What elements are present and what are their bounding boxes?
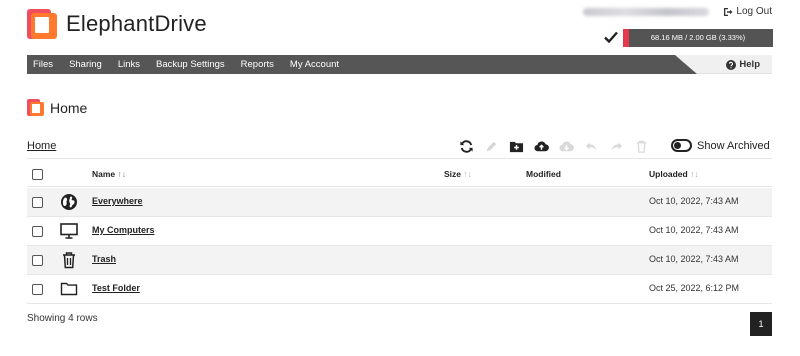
download-button[interactable] [557,137,575,155]
nav-item-links[interactable]: Links [110,55,148,74]
edit-icon [486,141,496,151]
row-uploaded-date: Oct 10, 2022, 7:43 AM [649,225,739,235]
select-all-checkbox[interactable] [32,169,43,180]
delete-button[interactable] [632,137,650,155]
sort-icon: ↑↓ [117,169,127,179]
column-header-modified[interactable]: Modified [526,169,561,179]
upload-button[interactable] [532,137,550,155]
undo-icon [585,142,596,150]
divider [27,158,772,159]
table-row[interactable]: Trash Oct 10, 2022, 7:43 AM [27,246,772,275]
logout-icon [724,7,733,16]
logout-link[interactable]: Log Out [723,6,772,17]
help-icon [726,59,737,70]
sort-icon: ↑↓ [463,169,472,179]
table-header: Name ↑↓ Size ↑↓ Modified Uploaded ↑↓ [27,162,772,187]
logout-label: Log Out [736,6,772,17]
refresh-button[interactable] [457,137,475,155]
file-toolbar [457,137,657,155]
show-archived-label: Show Archived [697,140,770,152]
table-row[interactable]: Test Folder Oct 25, 2022, 6:12 PM [27,275,772,304]
page-title-text: Home [50,99,88,116]
delete-icon [636,140,646,153]
column-header-size[interactable]: Size ↑↓ [444,169,472,179]
row-uploaded-date: Oct 10, 2022, 7:43 AM [649,196,739,206]
storage-usage-bar: 68.16 MB / 2.00 GB (3.33%) [623,29,773,47]
help-link[interactable]: Help [726,55,760,74]
checkmark-icon [604,31,618,43]
row-uploaded-date: Oct 10, 2022, 7:43 AM [649,254,739,264]
row-checkbox[interactable] [32,197,43,208]
row-uploaded-date: Oct 25, 2022, 6:12 PM [649,283,740,293]
new-folder-icon [509,141,523,152]
nav-item-sharing[interactable]: Sharing [61,55,110,74]
storage-usage-text: 68.16 MB / 2.00 GB (3.33%) [650,33,746,42]
redo-icon [611,142,622,150]
nav-item-reports[interactable]: Reports [233,55,282,74]
pagination-page-1[interactable]: 1 [750,312,772,336]
brand-logo[interactable]: ElephantDrive [27,9,207,39]
account-email-redacted [583,8,709,16]
sort-icon: ↑↓ [690,169,699,179]
table-row[interactable]: My Computers Oct 10, 2022, 7:43 AM [27,217,772,246]
breadcrumb-home[interactable]: Home [27,140,56,152]
redo-button[interactable] [607,137,625,155]
monitor-icon [60,223,78,239]
nav-item-my-account[interactable]: My Account [282,55,347,74]
column-header-uploaded[interactable]: Uploaded ↑↓ [649,169,699,179]
row-name-link[interactable]: Trash [92,254,116,264]
globe-icon [61,194,77,210]
elephantdrive-logo-icon [27,9,57,39]
undo-button[interactable] [582,137,600,155]
brand-name: ElephantDrive [66,11,207,36]
nav-item-files[interactable]: Files [27,55,61,74]
show-archived-toggle[interactable] [671,139,692,152]
row-checkbox[interactable] [32,255,43,266]
row-checkbox[interactable] [32,226,43,237]
trash-icon [63,252,75,269]
row-name-link[interactable]: My Computers [92,225,155,235]
column-header-name[interactable]: Name ↑↓ [92,169,126,179]
row-checkbox[interactable] [32,284,43,295]
row-name-link[interactable]: Everywhere [92,196,143,206]
new-folder-button[interactable] [507,137,525,155]
table-row[interactable]: Everywhere Oct 10, 2022, 7:43 AM [27,188,772,217]
nav-item-backup-settings[interactable]: Backup Settings [148,55,233,74]
main-nav: Files Sharing Links Backup Settings Repo… [27,55,772,74]
refresh-icon [459,139,473,153]
home-folder-icon [27,99,44,116]
rename-button[interactable] [482,137,500,155]
row-count-text: Showing 4 rows [27,313,98,324]
row-name-link[interactable]: Test Folder [92,283,140,293]
download-icon [558,141,574,151]
page-title: Home [27,99,87,116]
folder-icon [60,282,78,296]
help-label: Help [739,59,760,70]
upload-icon [533,141,549,151]
